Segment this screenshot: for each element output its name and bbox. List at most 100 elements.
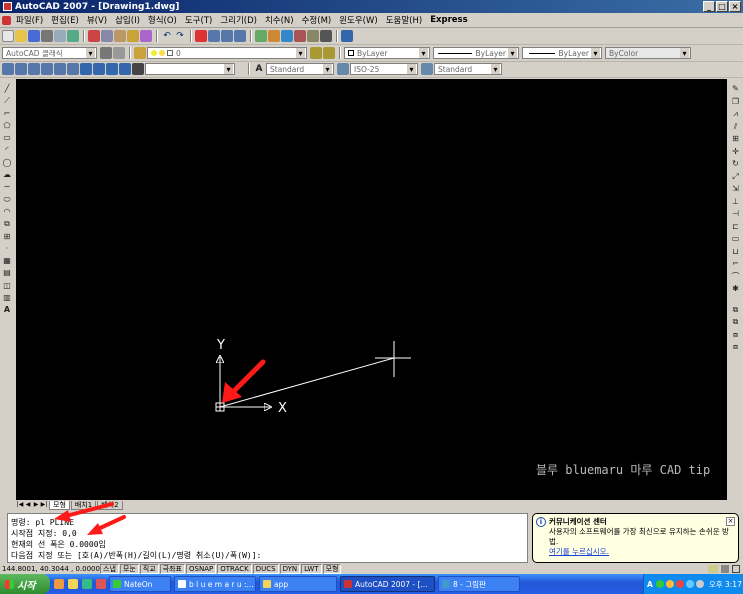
open-icon[interactable] bbox=[15, 30, 27, 42]
view-se-iso-icon[interactable] bbox=[93, 63, 105, 75]
minimize-button[interactable]: _ bbox=[703, 1, 715, 12]
insert-block-icon[interactable]: ⧉ bbox=[2, 218, 13, 229]
menu-insert[interactable]: 삽입(I) bbox=[111, 14, 144, 26]
view-sw-iso-icon[interactable] bbox=[80, 63, 92, 75]
tray-icon-2[interactable] bbox=[665, 580, 674, 588]
model-toggle[interactable]: 모형 bbox=[322, 564, 342, 574]
balloon-close-button[interactable]: × bbox=[726, 517, 735, 526]
ellipse-icon[interactable]: ⬭ bbox=[2, 194, 13, 205]
make-block-icon[interactable]: ⊞ bbox=[2, 231, 13, 242]
tray-icon-4[interactable] bbox=[685, 580, 694, 588]
zoom-window-icon[interactable] bbox=[221, 30, 233, 42]
draw-order-front-icon[interactable]: ⧉ bbox=[730, 304, 741, 315]
task-app[interactable]: app bbox=[259, 576, 337, 592]
ellipse-arc-icon[interactable]: ◠ bbox=[2, 206, 13, 217]
rotate-icon[interactable]: ↻ bbox=[730, 158, 741, 169]
clock[interactable]: 오후 3:17 bbox=[709, 579, 742, 590]
explode-icon[interactable]: ✱ bbox=[730, 283, 741, 294]
match-properties-icon[interactable] bbox=[127, 30, 139, 42]
undo-icon[interactable]: ↶ bbox=[161, 30, 173, 42]
quicklaunch-icon-1[interactable] bbox=[54, 579, 64, 589]
table-style-icon[interactable] bbox=[421, 63, 433, 75]
publish-icon[interactable] bbox=[67, 30, 79, 42]
view-top-icon[interactable] bbox=[15, 63, 27, 75]
menu-express[interactable]: Express bbox=[426, 15, 471, 25]
color-select[interactable]: ByLayer bbox=[344, 47, 430, 59]
table-icon[interactable]: ▥ bbox=[2, 292, 13, 303]
tray-icon-3[interactable] bbox=[675, 580, 684, 588]
qnew-icon[interactable] bbox=[2, 30, 14, 42]
close-button[interactable]: × bbox=[729, 1, 741, 12]
ortho-toggle[interactable]: 직교 bbox=[139, 564, 159, 574]
view-left-icon[interactable] bbox=[41, 63, 53, 75]
hatch-icon[interactable]: ▦ bbox=[2, 255, 13, 266]
plot-icon[interactable] bbox=[41, 30, 53, 42]
snap-toggle[interactable]: 스냅 bbox=[100, 564, 119, 574]
trim-icon[interactable]: ⊥ bbox=[730, 196, 741, 207]
design-center-icon[interactable] bbox=[268, 30, 280, 42]
fillet-icon[interactable]: ⌒ bbox=[730, 271, 741, 282]
revision-cloud-icon[interactable]: ☁ bbox=[2, 169, 13, 180]
menu-dimension[interactable]: 치수(N) bbox=[261, 14, 298, 26]
quicklaunch-icon-2[interactable] bbox=[68, 579, 78, 589]
ducs-toggle[interactable]: DUCS bbox=[252, 564, 279, 574]
redo-icon[interactable]: ↷ bbox=[174, 30, 186, 42]
spline-icon[interactable]: ∼ bbox=[2, 181, 13, 192]
view-ne-iso-icon[interactable] bbox=[106, 63, 118, 75]
calculator-icon[interactable] bbox=[320, 30, 332, 42]
command-prompt-line[interactable]: 다음점 지정 또는 [호(A)/반폭(H)/길이(L)/명령 취소(U)/폭(W… bbox=[11, 550, 527, 561]
array-icon[interactable]: ⊞ bbox=[730, 133, 741, 144]
lineweight-select[interactable]: ByLayer bbox=[522, 47, 602, 59]
tool-palettes-icon[interactable] bbox=[281, 30, 293, 42]
clean-screen-icon[interactable] bbox=[732, 565, 740, 573]
text-style-select[interactable]: Standard bbox=[266, 63, 334, 75]
draw-order-back-icon[interactable]: ⧉ bbox=[730, 316, 741, 327]
otrack-toggle[interactable]: OTRACK bbox=[217, 564, 252, 574]
document-icon[interactable] bbox=[2, 15, 11, 25]
join-icon[interactable]: ⊔ bbox=[730, 246, 741, 257]
volume-icon[interactable] bbox=[695, 580, 704, 588]
view-front-icon[interactable] bbox=[67, 63, 79, 75]
save-icon[interactable] bbox=[28, 30, 40, 42]
layer-previous-icon[interactable] bbox=[323, 47, 335, 59]
rectangle-icon[interactable]: ▭ bbox=[2, 132, 13, 143]
construction-line-icon[interactable]: ⟋ bbox=[2, 95, 13, 106]
communication-center-icon[interactable] bbox=[708, 565, 718, 573]
polar-toggle[interactable]: 극좌표 bbox=[159, 564, 185, 574]
text-style-icon[interactable]: A bbox=[253, 63, 265, 75]
maximize-button[interactable]: □ bbox=[716, 1, 728, 12]
erase-icon[interactable]: ✎ bbox=[730, 83, 741, 94]
osnap-toggle[interactable]: OSNAP bbox=[186, 564, 217, 574]
multiline-text-icon[interactable]: A bbox=[2, 304, 13, 315]
point-icon[interactable]: · bbox=[2, 243, 13, 254]
drawing-area[interactable]: Y X 블루 bluemaru 마루 CAD tip bbox=[16, 79, 727, 500]
cut-icon[interactable] bbox=[88, 30, 100, 42]
line-icon[interactable]: ╱ bbox=[2, 83, 13, 94]
sheet-set-icon[interactable] bbox=[294, 30, 306, 42]
balloon-link[interactable]: 여기를 누르십시오. bbox=[549, 547, 609, 556]
view-bottom-icon[interactable] bbox=[28, 63, 40, 75]
help-icon[interactable] bbox=[341, 30, 353, 42]
move-icon[interactable]: ✛ bbox=[730, 146, 741, 157]
dim-style-select[interactable]: ISO-25 bbox=[350, 63, 418, 75]
view-right-icon[interactable] bbox=[54, 63, 66, 75]
layer-manager-icon[interactable] bbox=[134, 47, 146, 59]
gradient-icon[interactable]: ▤ bbox=[2, 267, 13, 278]
chamfer-icon[interactable]: ⌐ bbox=[730, 258, 741, 269]
menu-window[interactable]: 윈도우(W) bbox=[335, 14, 382, 26]
copy-icon[interactable] bbox=[101, 30, 113, 42]
break-icon[interactable]: ▭ bbox=[730, 233, 741, 244]
lwt-toggle[interactable]: LWT bbox=[301, 564, 322, 574]
menu-help[interactable]: 도움말(H) bbox=[382, 14, 426, 26]
task-nateon[interactable]: NateOn bbox=[109, 576, 171, 592]
break-at-point-icon[interactable]: ⊏ bbox=[730, 221, 741, 232]
region-icon[interactable]: ◫ bbox=[2, 280, 13, 291]
stretch-icon[interactable]: ⇲ bbox=[730, 183, 741, 194]
task-paint[interactable]: 8 - 그림판 bbox=[438, 576, 520, 592]
start-button[interactable]: 시작 bbox=[0, 574, 50, 594]
grid-toggle[interactable]: 모눈 bbox=[119, 564, 139, 574]
block-editor-icon[interactable] bbox=[140, 30, 152, 42]
dim-style-icon[interactable] bbox=[337, 63, 349, 75]
offset-icon[interactable]: ⫽ bbox=[730, 121, 741, 132]
tray-icon-1[interactable] bbox=[655, 580, 664, 588]
